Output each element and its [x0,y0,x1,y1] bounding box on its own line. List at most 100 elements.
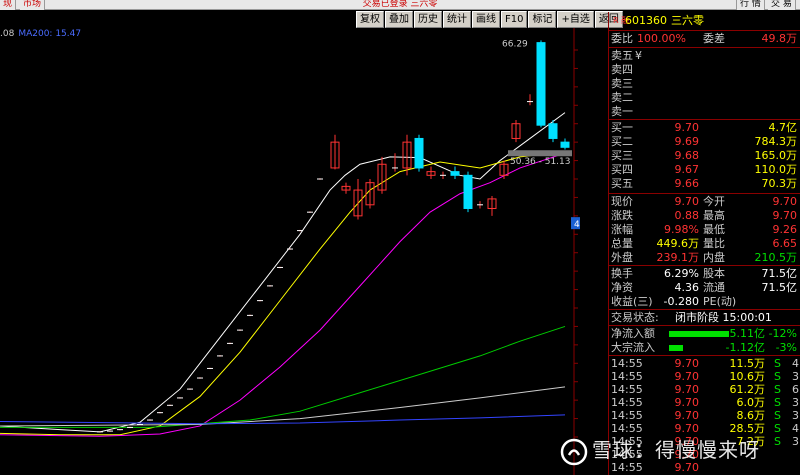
candlestick-chart[interactable]: 65.0062.5060.0057.5055.0052.5050.0047.50… [0,28,580,475]
sell-row-5[interactable]: 卖五 ¥ [609,49,800,63]
quote-row-2[interactable]: 涨幅 9.98% 最低 9.26 [609,223,800,237]
toolbar-button-3[interactable]: 统计 [443,11,471,28]
tick-row-1[interactable]: 14:55 9.70 10.6万 S 3 [609,370,800,384]
flow-label: 净流入额 [611,327,655,340]
snowball-logo-icon [560,438,588,465]
buys-separator [609,193,800,194]
trade-status-value: 闭市阶段 15:00:01 [675,311,772,324]
tick-side: S [774,357,781,370]
buy-volume: 4.7亿 [768,121,798,134]
menu-quotes[interactable]: 行 情 [736,0,765,10]
weibi-separator [609,47,800,48]
stat-row-1[interactable]: 净资 4.36 流通 71.5亿 [609,281,800,295]
chart-toolbar: 复权 叠加 历史 统计 画线 F10 标记 +自选 返回 [356,11,624,29]
buy-row-5[interactable]: 买五 9.66 70.3万 [609,177,800,191]
sell-row-2[interactable]: 卖二 [609,91,800,105]
quote-label: 涨幅 [611,223,633,236]
buy-label: 买二 [611,135,633,148]
menu-trade[interactable]: 交 易 [768,0,796,10]
quote-row-3[interactable]: 总量 449.6万 量比 6.65 [609,237,800,251]
weibi-row[interactable]: 委比 100.00% 委差 49.8万 [609,32,800,46]
tick-volume: 11.5万 [729,357,766,370]
tick-time: 14:55 [611,357,643,370]
tick-row-3[interactable]: 14:55 9.70 6.0万 S 3 [609,396,800,410]
buy-row-4[interactable]: 买四 9.67 110.0万 [609,163,800,177]
weibi-value: 100.00% [637,32,686,45]
tick-price: 9.70 [674,409,700,422]
tick-row-4[interactable]: 14:55 9.70 8.6万 S 3 [609,409,800,423]
tick-side: S [774,409,781,422]
quote-label-2: 今开 [703,195,725,208]
sell-row-3[interactable]: 卖三 [609,77,800,91]
stat-row-2[interactable]: 收益(三) -0.280 PE(动) [609,295,800,309]
buy-row-2[interactable]: 买二 9.69 784.3万 [609,135,800,149]
sell-row-4[interactable]: 卖四 [609,63,800,77]
toolbar-button-7[interactable]: +自选 [557,11,594,28]
flow-row-1[interactable]: 大宗流入 -1.12亿 -3% [609,341,800,355]
tick-time: 14:55 [611,396,643,409]
sell-label: 卖一 [611,105,633,118]
tick-count: 6 [792,383,799,396]
weici-label: 委差 [703,32,725,45]
quote-value: 449.6万 [656,237,700,250]
toolbar-button-5[interactable]: F10 [501,11,528,28]
tick-count: 3 [792,409,799,422]
high-price-annotation: 66.29 [502,39,528,49]
toolbar-button-1[interactable]: 叠加 [385,11,413,28]
candle-body [536,42,546,126]
tick-row-0[interactable]: 14:55 9.70 11.5万 S 4 [609,357,800,371]
toolbar-button-2[interactable]: 历史 [414,11,442,28]
quote-value-2: 9.26 [772,223,798,236]
trade-status-row[interactable]: 交易状态: 闭市阶段 15:00:01 [609,311,800,325]
watermark-text: 雪球：得慢慢来呀 [592,438,760,462]
toolbar-button-6[interactable]: 标记 [528,11,557,28]
quote-row-0[interactable]: 现价 9.70 今开 9.70 [609,195,800,209]
sell-extra: ¥ [635,49,642,62]
flow-pct: -12% [768,327,797,340]
ma60-line [0,325,566,428]
tick-time: 14:55 [611,409,643,422]
tick-row-2[interactable]: 14:55 9.70 61.2万 S 6 [609,383,800,397]
flow-label: 大宗流入 [611,341,655,354]
quote-separator [609,265,800,266]
stat-label-2: 股本 [703,267,725,280]
flow-separator [609,355,800,356]
stat-label: 净资 [611,281,633,294]
toolbar-button-4[interactable]: 画线 [472,11,500,28]
sell-row-1[interactable]: 卖一 [609,105,800,119]
tick-time: 14:55 [611,383,643,396]
stat-label-2: 流通 [703,281,725,294]
weici-value: 49.8万 [761,32,798,45]
buy-row-3[interactable]: 买三 9.68 165.0万 [609,149,800,163]
tick-side: S [774,370,781,383]
quote-value-2: 6.65 [772,237,798,250]
tick-price: 9.70 [674,383,700,396]
quote-value: 9.70 [674,195,700,208]
stats-separator [609,309,800,310]
sell-label: 卖二 [611,91,633,104]
stat-row-0[interactable]: 换手 6.29% 股本 71.5亿 [609,267,800,281]
buy-price: 9.68 [674,149,700,162]
quote-value-2: 9.70 [772,209,798,222]
current-price-label: 41.51 [574,220,580,230]
menu-left-1[interactable]: 现 [0,0,17,10]
buy-row-1[interactable]: 买一 9.70 4.7亿 [609,121,800,135]
candle-body [463,174,473,209]
candle-body [548,123,558,139]
stat-label-2: PE(动) [703,295,737,308]
quote-value: 9.98% [664,223,699,236]
flow-value: -1.12亿 [725,341,765,354]
quote-label: 现价 [611,195,633,208]
tick-volume: 6.0万 [736,396,766,409]
tick-count: 3 [792,370,799,383]
buy-volume: 165.0万 [754,149,798,162]
toolbar-button-0[interactable]: 复权 [356,11,384,28]
quote-row-4[interactable]: 外盘 239.1万 内盘 210.5万 [609,251,800,265]
menu-market[interactable]: 市场 [20,0,46,10]
buy-price: 9.67 [674,163,700,176]
quote-label: 外盘 [611,251,633,264]
header-separator [609,30,800,31]
quote-value: 0.88 [674,209,700,222]
tick-price: 9.70 [674,396,700,409]
quote-row-1[interactable]: 涨跌 0.88 最高 9.70 [609,209,800,223]
